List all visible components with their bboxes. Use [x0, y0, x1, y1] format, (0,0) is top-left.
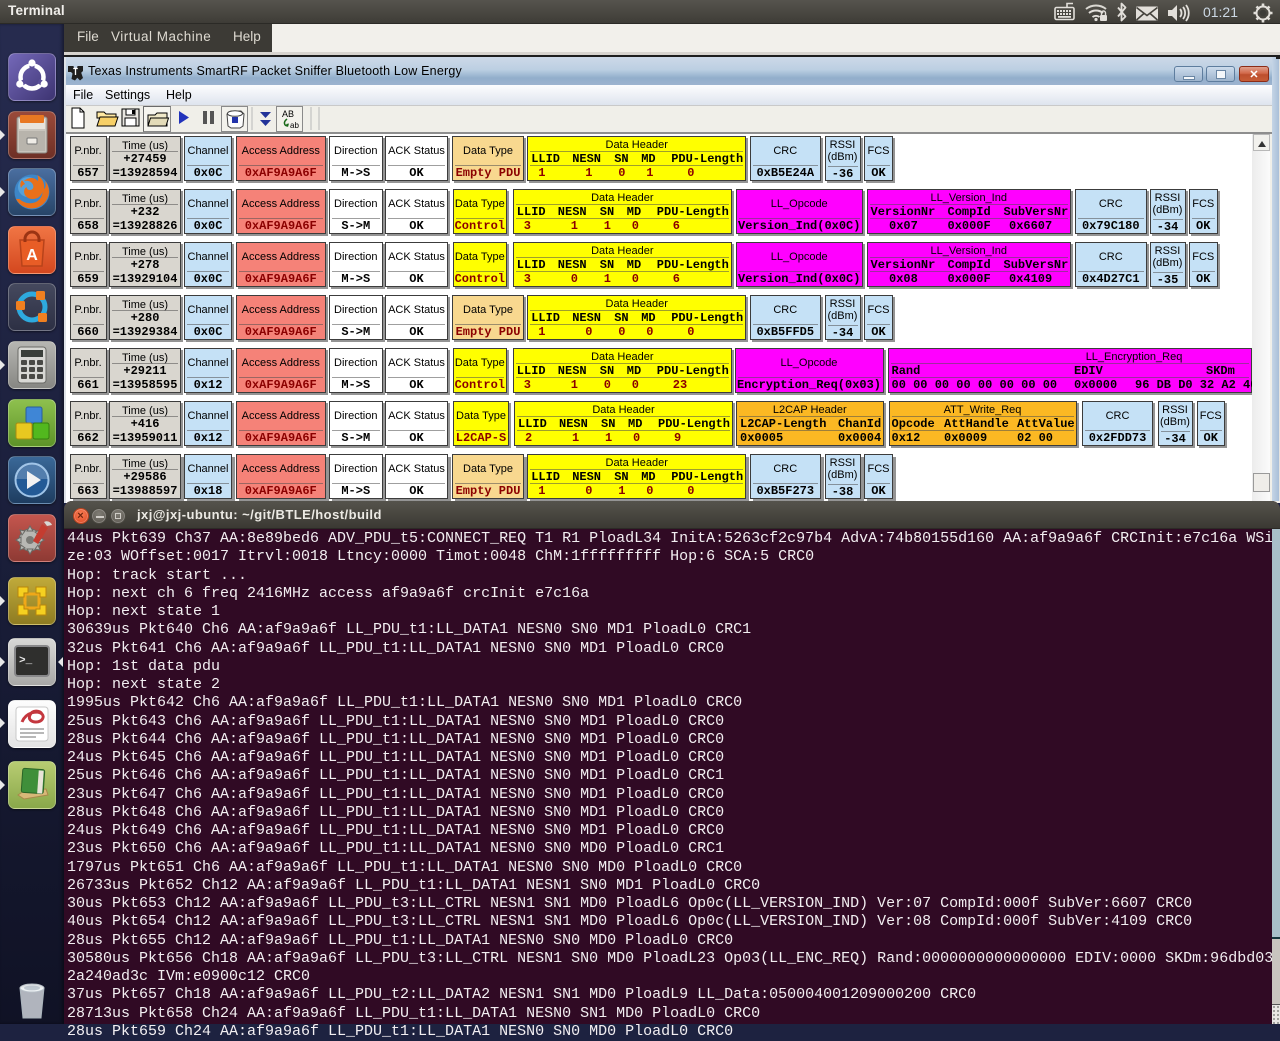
svg-text:>_: >_	[19, 655, 33, 667]
svg-text:A: A	[26, 247, 38, 264]
